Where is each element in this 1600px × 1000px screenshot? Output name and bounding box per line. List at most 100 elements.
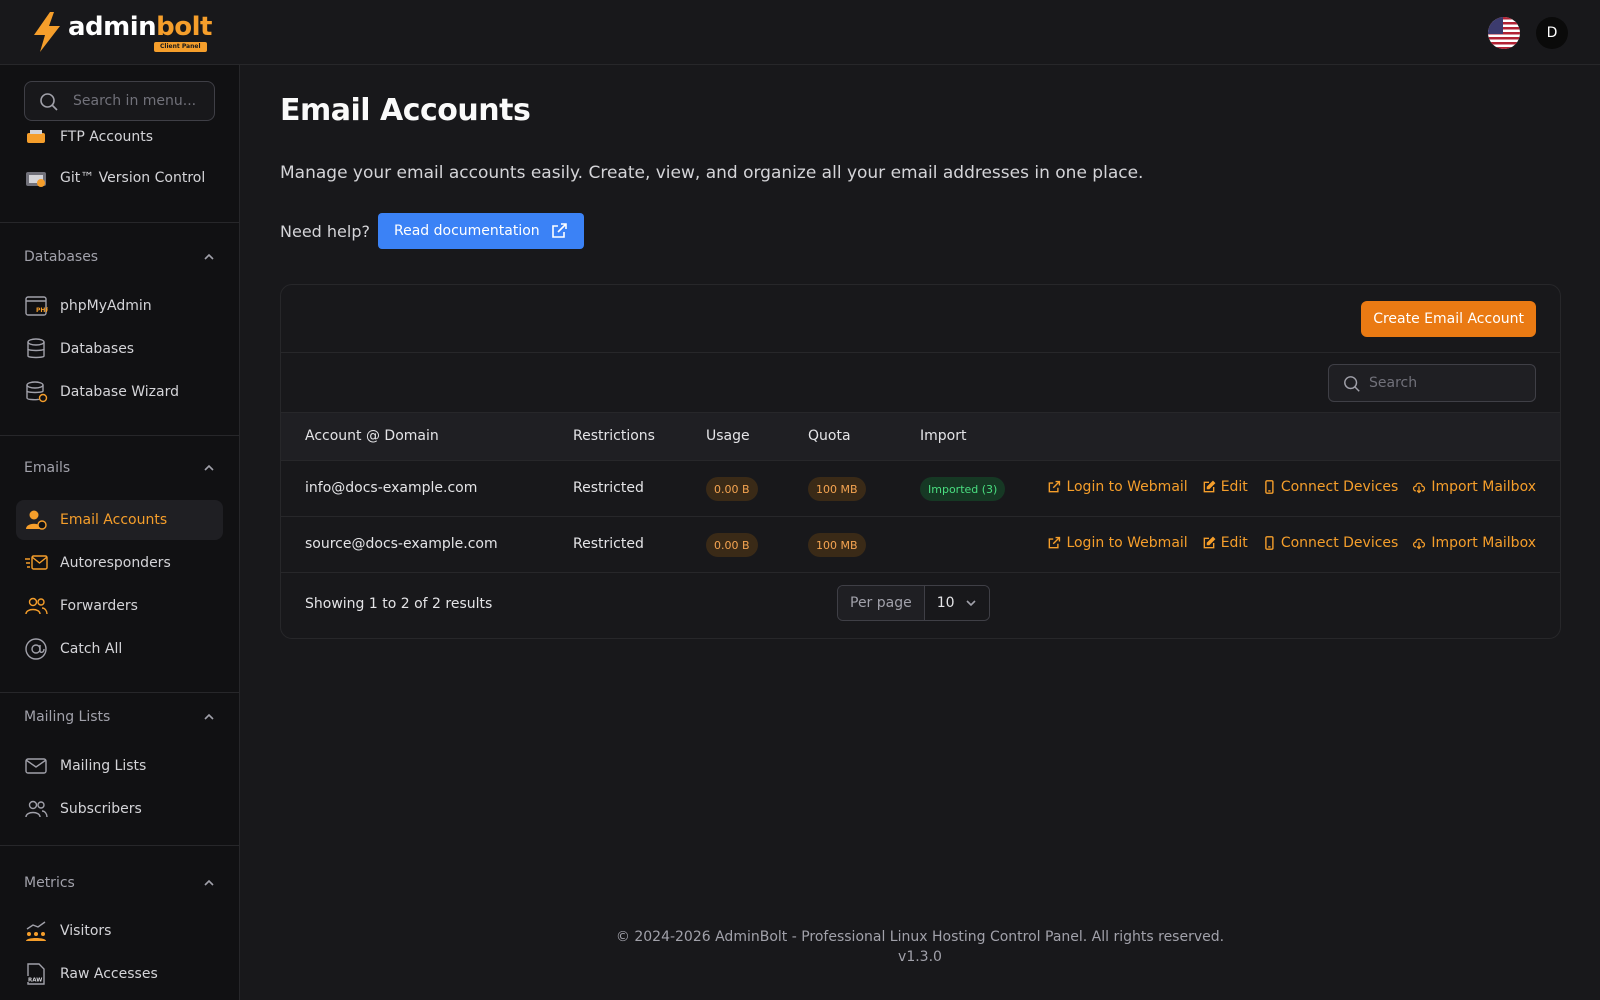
sidebar-item-label: Database Wizard	[60, 384, 179, 400]
sidebar-item-visitors[interactable]: Visitors	[16, 911, 223, 951]
read-documentation-button[interactable]: Read documentation	[377, 213, 584, 249]
sidebar-item-database-wizard[interactable]: Database Wizard	[16, 372, 223, 412]
external-link-icon	[1049, 480, 1061, 493]
login-webmail-link[interactable]: Login to Webmail	[1047, 479, 1188, 495]
database-wizard-icon	[24, 380, 48, 404]
sidebar-item-label: Autoresponders	[60, 555, 171, 571]
edit-link[interactable]: Edit	[1202, 479, 1248, 495]
per-page-label: Per page	[838, 586, 925, 620]
sidebar-item-databases[interactable]: Databases	[16, 329, 223, 369]
search-icon	[39, 92, 59, 116]
chevron-up-icon	[204, 879, 214, 886]
connect-devices-link[interactable]: Connect Devices	[1262, 535, 1398, 551]
column-quota[interactable]: Quota	[808, 428, 851, 444]
action-label: Login to Webmail	[1066, 479, 1188, 495]
button-label: Read documentation	[393, 223, 540, 239]
import-mailbox-link[interactable]: Import Mailbox	[1412, 535, 1536, 551]
help-text: Need help?	[280, 221, 370, 241]
table-search-input[interactable]	[1369, 365, 1529, 401]
sidebar-item-phpmyadmin[interactable]: PHP phpMyAdmin	[16, 286, 223, 326]
page-description: Manage your email accounts easily. Creat…	[280, 163, 1144, 183]
sidebar-item-autoresponders[interactable]: Autoresponders	[16, 543, 223, 583]
column-restrictions[interactable]: Restrictions	[573, 428, 655, 444]
action-label: Import Mailbox	[1431, 535, 1536, 551]
column-import[interactable]: Import	[920, 428, 966, 444]
section-title: Databases	[24, 249, 99, 265]
subscribers-icon	[24, 797, 48, 821]
mobile-device-icon	[1265, 480, 1274, 494]
sidebar-item-ftp-accounts[interactable]: FTP Accounts	[16, 117, 223, 157]
section-mailing-lists-header[interactable]: Mailing Lists	[24, 707, 215, 727]
external-link-icon	[1049, 536, 1061, 549]
section-title: Emails	[24, 460, 71, 476]
sidebar-item-label: Git™ Version Control	[60, 170, 206, 186]
external-link-icon	[551, 223, 567, 238]
sidebar-search-input[interactable]	[73, 82, 211, 120]
sidebar-item-subscribers[interactable]: Subscribers	[16, 789, 223, 829]
account-cell: info@docs-example.com	[305, 480, 478, 496]
column-usage[interactable]: Usage	[706, 428, 750, 444]
table-search[interactable]	[1328, 364, 1536, 402]
phpmyadmin-icon: PHP	[24, 294, 48, 318]
chevron-up-icon	[204, 713, 214, 720]
edit-link[interactable]: Edit	[1202, 535, 1248, 551]
sidebar-item-label: Raw Accesses	[60, 966, 158, 982]
sidebar-item-email-accounts[interactable]: Email Accounts	[16, 500, 223, 540]
git-icon	[24, 166, 48, 190]
ftp-icon	[24, 125, 48, 149]
per-page-select[interactable]: Per page 10	[837, 585, 990, 621]
row-actions: Login to Webmail Edit Connect Devices Im…	[1047, 535, 1536, 551]
adminbolt-logo[interactable]: adminbolt Client Panel	[30, 12, 212, 52]
import-mailbox-link[interactable]: Import Mailbox	[1412, 479, 1536, 495]
per-page-value[interactable]: 10	[924, 586, 989, 620]
import-status-badge: Imported (3)	[920, 477, 1006, 501]
cloud-download-icon	[1413, 538, 1426, 550]
card-header: Create Email Account	[281, 285, 1560, 353]
sidebar-item-forwarders[interactable]: Forwarders	[16, 586, 223, 626]
page-footer: © 2024-2026 AdminBolt - Professional Lin…	[240, 927, 1600, 967]
svg-text:RAW: RAW	[28, 978, 42, 984]
restrictions-cell: Restricted	[573, 536, 644, 552]
sidebar-item-label: Mailing Lists	[60, 758, 147, 774]
action-label: Edit	[1220, 479, 1248, 495]
top-bar: adminbolt Client Panel D	[0, 0, 1600, 65]
row-actions: Login to Webmail Edit Connect Devices Im…	[1047, 479, 1536, 495]
table-header: Account @ Domain Restrictions Usage Quot…	[281, 413, 1560, 461]
table-row: info@docs-example.com Restricted 0.00 B …	[281, 461, 1560, 517]
login-webmail-link[interactable]: Login to Webmail	[1047, 535, 1188, 551]
create-email-account-button[interactable]: Create Email Account	[1361, 301, 1536, 337]
section-databases-header[interactable]: Databases	[24, 247, 215, 267]
version-text: v1.3.0	[898, 949, 942, 965]
us-flag-icon[interactable]	[1488, 17, 1520, 49]
per-page-selected: 10	[936, 595, 955, 611]
sidebar-search[interactable]	[24, 81, 215, 121]
action-label: Import Mailbox	[1431, 479, 1536, 495]
edit-icon	[1203, 480, 1216, 493]
sidebar-item-git[interactable]: Git™ Version Control	[16, 158, 223, 198]
chevron-up-icon	[204, 253, 214, 260]
sidebar-item-catch-all[interactable]: Catch All	[16, 629, 223, 669]
chevron-up-icon	[204, 464, 214, 471]
section-metrics-header[interactable]: Metrics	[24, 873, 215, 893]
usage-badge: 0.00 B	[706, 533, 758, 557]
sidebar-divider	[0, 222, 239, 223]
sidebar-item-raw-accesses[interactable]: RAW Raw Accesses	[16, 954, 223, 994]
user-avatar[interactable]: D	[1536, 17, 1568, 49]
forwarders-icon	[24, 594, 48, 618]
search-icon	[1343, 375, 1361, 397]
action-label: Connect Devices	[1280, 479, 1399, 495]
table-toolbar	[281, 353, 1560, 413]
sidebar-item-mailing-lists[interactable]: Mailing Lists	[16, 746, 223, 786]
copyright-text: © 2024-2026 AdminBolt - Professional Lin…	[615, 929, 1225, 945]
column-account[interactable]: Account @ Domain	[305, 428, 439, 444]
email-account-icon	[24, 508, 48, 532]
restrictions-cell: Restricted	[573, 480, 644, 496]
cloud-download-icon	[1413, 482, 1426, 494]
main-content: Email Accounts Manage your email account…	[240, 65, 1600, 1000]
section-emails-header[interactable]: Emails	[24, 458, 215, 478]
sidebar-divider	[0, 435, 239, 436]
help-row: Need help? Read documentation	[280, 213, 584, 249]
sidebar-item-label: phpMyAdmin	[60, 298, 152, 314]
connect-devices-link[interactable]: Connect Devices	[1262, 479, 1399, 495]
chevron-down-icon	[965, 600, 976, 607]
